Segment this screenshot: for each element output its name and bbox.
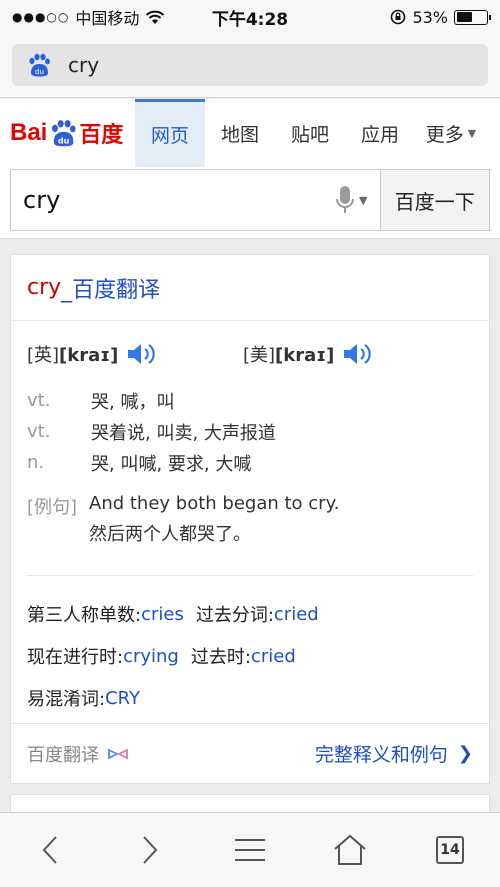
- divider: [27, 575, 473, 576]
- svg-text:du: du: [58, 136, 70, 145]
- definition-row: vt. 哭着说, 叫卖, 大声报道: [27, 416, 276, 447]
- definition-row: vt. 哭, 喊，叫: [27, 385, 276, 416]
- home-button[interactable]: [320, 820, 380, 880]
- us-phonetic: [美][kraɪ]: [243, 341, 459, 367]
- baidu-logo[interactable]: Bai du 百度: [0, 99, 135, 167]
- chevron-down-icon: ▼: [467, 126, 477, 140]
- tab-count: 14: [436, 836, 464, 864]
- search-input[interactable]: [11, 170, 323, 230]
- nav-tabs: 网页 地图 贴吧 应用 更多 ▼: [135, 99, 500, 167]
- full-definition-link[interactable]: 完整释义和例句 ❯: [315, 740, 473, 767]
- baidu-paw-icon: du: [29, 53, 50, 77]
- forward-button[interactable]: [120, 820, 180, 880]
- svg-text:du: du: [35, 68, 44, 76]
- present-participle-label: 现在进行时:: [27, 647, 124, 668]
- signal-strength-icon: ●●●○○: [12, 10, 70, 24]
- third-person-link[interactable]: cries: [141, 604, 184, 625]
- example-label: [例句]: [27, 497, 78, 518]
- back-button[interactable]: [20, 820, 80, 880]
- past-participle-label: 过去分词:: [195, 605, 274, 626]
- card-footer: 百度翻译 完整释义和例句 ❯: [11, 723, 489, 783]
- chevron-left-icon: [42, 836, 57, 864]
- result-title-link[interactable]: cry _百度翻译: [11, 255, 489, 321]
- browser-toolbar: 14: [0, 812, 500, 887]
- speaker-icon[interactable]: [342, 341, 374, 367]
- present-participle-link[interactable]: crying: [123, 646, 179, 667]
- chevron-down-icon: ▼: [359, 193, 368, 207]
- home-icon: [334, 834, 366, 865]
- battery-level: [456, 12, 472, 22]
- definitions-list: vt. 哭, 喊，叫 vt. 哭着说, 叫卖, 大声报道 n. 哭, 叫喊, 要…: [27, 385, 276, 478]
- browser-address-area: du cry: [0, 34, 500, 98]
- definition-text: 哭, 喊，叫: [91, 391, 175, 413]
- third-person-label: 第三人称单数:: [27, 605, 142, 626]
- status-bar: ●●●○○ 中国移动 下午4:28 53%: [0, 0, 500, 34]
- definition-row: n. 哭, 叫喊, 要求, 大喊: [27, 447, 276, 478]
- source-label: 百度翻译: [27, 744, 99, 766]
- battery-percent: 53%: [412, 7, 448, 27]
- tab-more[interactable]: 更多 ▼: [415, 99, 487, 167]
- confusable-link[interactable]: CRY: [105, 688, 140, 709]
- search-button[interactable]: 百度一下: [379, 170, 489, 230]
- carrier-name: 中国移动: [75, 9, 140, 28]
- tab-map[interactable]: 地图: [205, 99, 275, 167]
- definition-text: 哭, 叫喊, 要求, 大喊: [91, 453, 252, 475]
- baidu-header: Bai du 百度 网页 地图 贴吧 应用 更多 ▼: [0, 99, 500, 167]
- example-chinese: 然后两个人都哭了。: [89, 524, 251, 545]
- past-tense-link[interactable]: cried: [251, 646, 296, 667]
- example-english: And they both began to cry.: [89, 493, 340, 514]
- chevron-right-icon: ❯: [457, 743, 473, 764]
- part-of-speech: n.: [27, 452, 45, 473]
- example-sentence: [例句] And they both began to cry. 然后两个人都哭…: [27, 493, 339, 550]
- tab-tieba[interactable]: 贴吧: [275, 99, 345, 167]
- part-of-speech: vt.: [27, 421, 51, 442]
- search-box: ▼ 百度一下: [10, 169, 490, 231]
- part-of-speech: vt.: [27, 390, 51, 411]
- address-text: cry: [68, 53, 100, 77]
- tab-web[interactable]: 网页: [135, 99, 205, 167]
- word-forms: 第三人称单数: cries 过去分词: cried 现在进行时: crying …: [27, 593, 331, 719]
- uk-phonetic: [英][kraɪ]: [27, 341, 243, 367]
- past-tense-label: 过去时:: [190, 647, 251, 668]
- menu-icon: [235, 839, 265, 861]
- definition-text: 哭着说, 叫卖, 大声报道: [91, 422, 276, 444]
- tab-apps[interactable]: 应用: [345, 99, 415, 167]
- voice-search-button[interactable]: ▼: [323, 170, 380, 230]
- microphone-icon: [336, 186, 355, 213]
- address-bar[interactable]: du cry: [12, 44, 488, 86]
- battery-icon: [454, 9, 491, 25]
- rotation-lock-icon: [391, 9, 406, 25]
- confusable-label: 易混淆词:: [27, 689, 106, 710]
- baidu-logo-paw-icon: du: [52, 120, 76, 147]
- baidu-translate-icon: [108, 748, 128, 759]
- phonetics: [英][kraɪ] [美][kraɪ]: [27, 341, 477, 367]
- tabs-button[interactable]: 14: [420, 820, 480, 880]
- search-row: ▼ 百度一下: [0, 167, 500, 239]
- menu-button[interactable]: [220, 820, 280, 880]
- speaker-icon[interactable]: [126, 341, 158, 367]
- chevron-right-icon: [143, 836, 158, 864]
- past-participle-link[interactable]: cried: [274, 604, 319, 625]
- clock: 下午4:28: [211, 9, 289, 30]
- translation-card: cry_百度翻译 [英][kraɪ] [美][kraɪ] vt. 哭, 喊，叫: [10, 254, 490, 784]
